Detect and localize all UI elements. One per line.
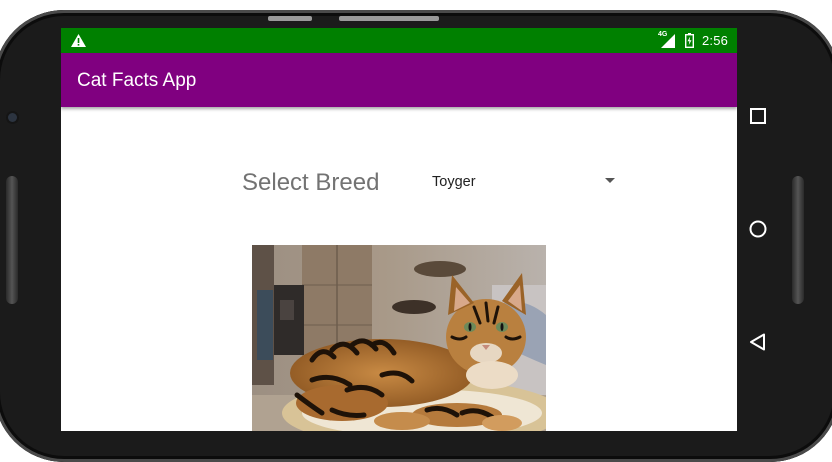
- breed-spinner[interactable]: Toyger: [423, 167, 623, 197]
- right-speaker-grille: [792, 176, 804, 304]
- app-toolbar: Cat Facts App: [61, 53, 737, 107]
- battery-charging-icon: [685, 33, 694, 48]
- power-button: [339, 16, 439, 21]
- dropdown-arrow-icon: [605, 178, 615, 183]
- volume-button: [268, 16, 312, 21]
- home-circle-icon[interactable]: [747, 218, 769, 240]
- status-time: 2:56: [702, 33, 729, 48]
- breed-spinner-value: Toyger: [432, 174, 476, 190]
- recents-square-icon[interactable]: [747, 105, 769, 127]
- signal-icon: 4G: [658, 31, 676, 48]
- warning-icon: [71, 34, 86, 47]
- status-bar: 4G 2:56: [61, 28, 737, 53]
- cat-photo: [252, 245, 546, 431]
- select-breed-label: Select Breed: [242, 169, 380, 196]
- device-screen: 4G 2:56 Cat Facts App Select Breed Toyge…: [61, 28, 737, 431]
- left-speaker-grille: [6, 176, 18, 304]
- front-camera: [8, 113, 17, 122]
- back-triangle-icon[interactable]: [747, 331, 769, 353]
- app-title: Cat Facts App: [77, 70, 197, 91]
- main-content: Select Breed Toyger: [61, 107, 737, 431]
- navigation-bar: [737, 28, 779, 431]
